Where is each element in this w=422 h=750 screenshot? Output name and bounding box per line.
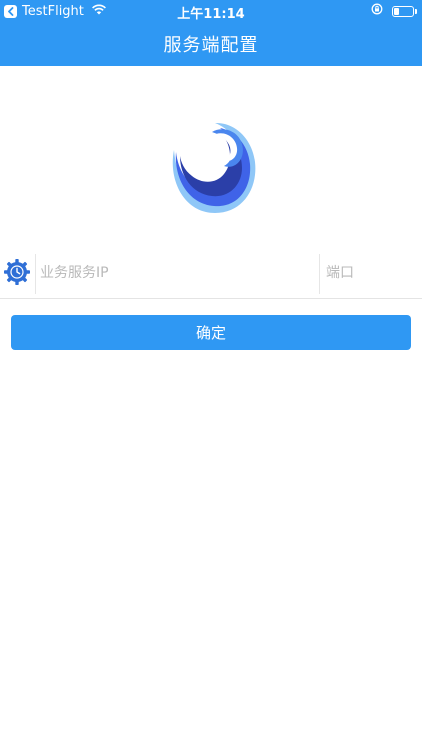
port-input[interactable] [326,257,414,289]
divider [35,254,36,294]
battery-tip [415,8,417,14]
service-ip-input[interactable] [40,257,312,289]
gear-icon [3,258,31,286]
status-right [371,3,417,19]
rotation-lock-icon [371,3,392,19]
page-title: 服务端配置 [163,35,259,56]
nav-bar: 服务端配置 [0,22,422,66]
divider [319,254,320,294]
battery-fill [394,7,399,15]
server-config-row [0,248,422,299]
wave-logo [172,122,256,213]
battery-icon [392,5,417,17]
confirm-button[interactable]: 确定 [11,315,411,350]
status-time: 上午11:14 [177,7,245,22]
status-bar: TestFlight 上午11:14 [0,0,422,22]
